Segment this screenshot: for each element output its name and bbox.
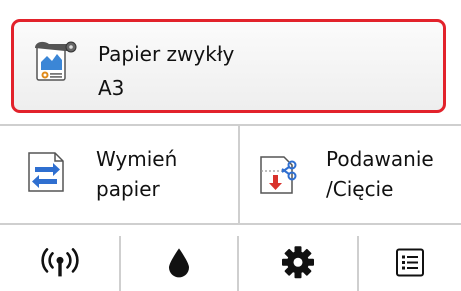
replace-paper-label-line1: Wymień (96, 147, 178, 171)
feed-cut-label-line1: Podawanie (326, 147, 434, 171)
settings-button[interactable] (239, 236, 357, 291)
printer-home-screen: Papier zwykły A3 Wymień papier Podawanie… (0, 0, 461, 291)
replace-paper-label: Wymień papier (96, 144, 177, 204)
ink-button[interactable] (121, 236, 237, 291)
paper-size-label: A3 (98, 76, 125, 100)
ink-drop-icon (169, 247, 189, 277)
menu-button[interactable] (359, 236, 461, 291)
paper-settings-card[interactable]: Papier zwykły A3 (11, 19, 446, 113)
feed-cut-label-line2: /Cięcie (326, 177, 394, 201)
replace-paper-label-line2: papier (96, 177, 160, 201)
feed-cut-label: Podawanie /Cięcie (326, 144, 434, 204)
gear-icon (282, 245, 314, 278)
wireless-button[interactable] (0, 236, 119, 291)
roll-paper-icon (35, 41, 77, 81)
replace-paper-button[interactable]: Wymień papier (0, 126, 238, 223)
feed-cut-button[interactable]: Podawanie /Cięcie (240, 126, 461, 223)
feed-cut-icon (260, 156, 297, 194)
paper-type-label: Papier zwykły (98, 42, 235, 66)
menu-list-icon (396, 248, 424, 276)
replace-paper-icon (28, 152, 64, 192)
wireless-icon (40, 247, 79, 276)
divider (0, 223, 461, 225)
paper-info: Papier zwykły A3 (98, 41, 234, 101)
